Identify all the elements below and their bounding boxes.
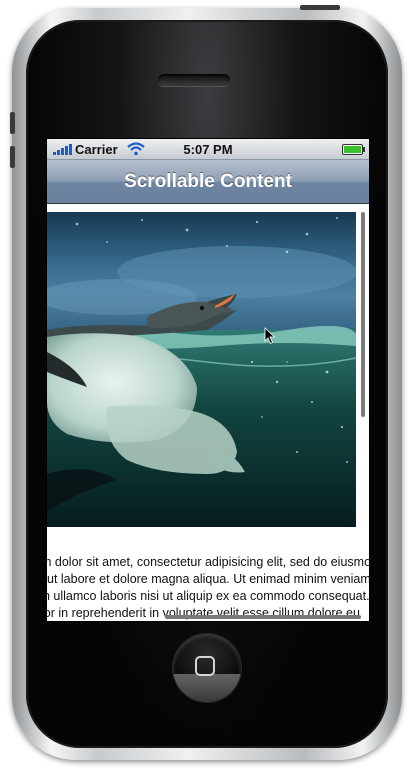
lorem-text: m dolor sit amet, consectetur adipisicin…: [47, 554, 369, 621]
penguin-photo: [47, 212, 356, 527]
battery-icon: [342, 144, 365, 155]
status-time: 5:07 PM: [183, 142, 233, 157]
home-button-shine: [173, 674, 241, 702]
scroll-view[interactable]: m dolor sit amet, consectetur adipisicin…: [47, 204, 369, 621]
volume-down-button: [10, 146, 15, 168]
home-button[interactable]: [173, 634, 241, 702]
home-square-icon: [195, 656, 215, 676]
horizontal-scroll-indicator[interactable]: [165, 615, 361, 619]
volume-up-button: [10, 112, 15, 134]
navigation-bar: Scrollable Content: [47, 160, 369, 204]
nav-title: Scrollable Content: [124, 171, 292, 192]
text-line: n ullamco laboris nisi ut aliquip ex ea …: [47, 589, 369, 603]
mouse-pointer-icon: [264, 327, 276, 345]
vertical-scroll-indicator[interactable]: [361, 212, 365, 417]
status-bar: Carrier 5:07 PM: [47, 139, 369, 160]
sleep-button: [300, 5, 340, 10]
phone-screen: Carrier 5:07 PM Scrollable Content dolor…: [46, 138, 370, 622]
text-line: m dolor sit amet, consectetur adipisicin…: [47, 555, 369, 569]
text-line: ut labore et dolore magna aliqua. Ut eni…: [47, 572, 369, 586]
earpiece-speaker: [158, 74, 230, 86]
